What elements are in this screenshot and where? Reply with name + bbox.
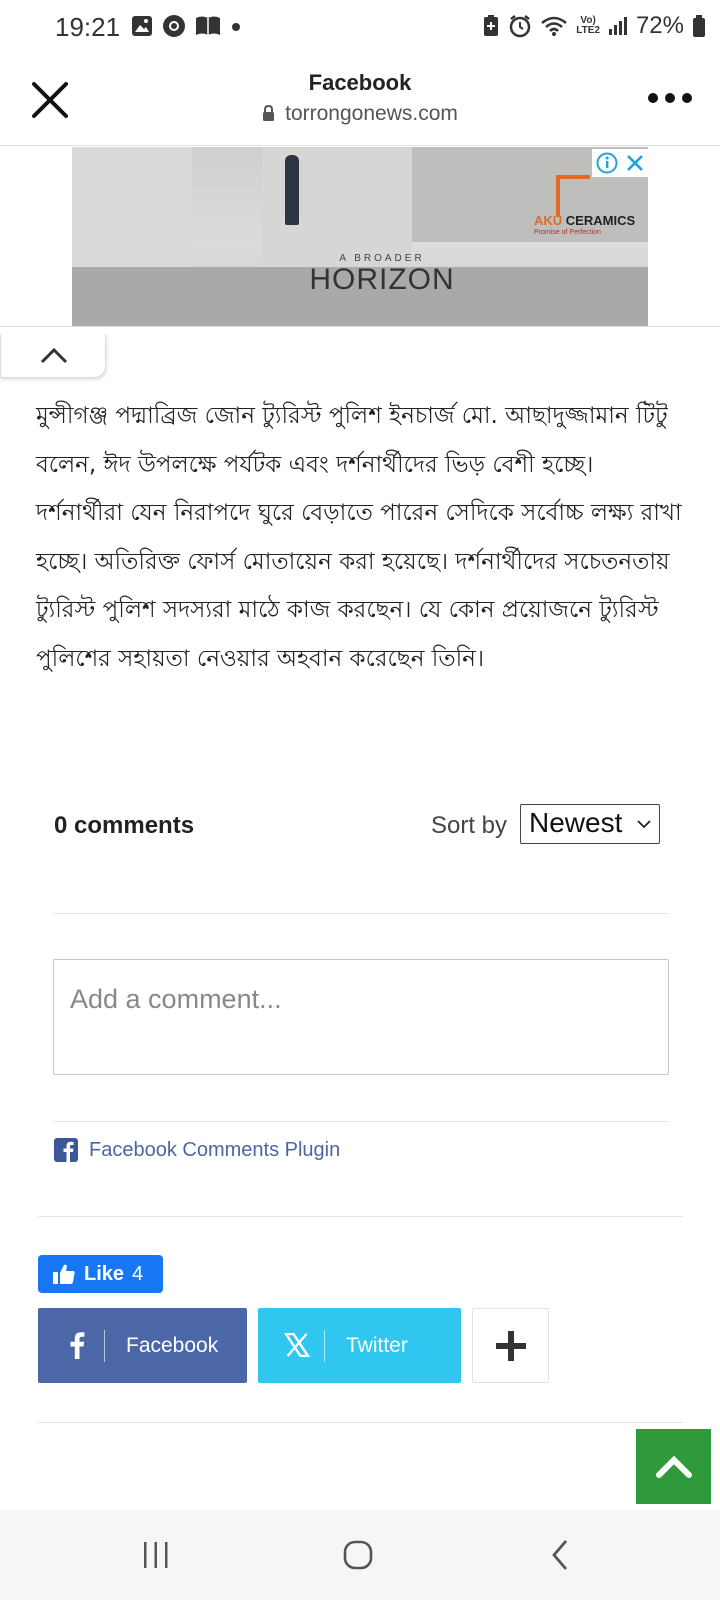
x-logo-icon bbox=[280, 1328, 314, 1362]
ad-brand: AKU CERAMICS bbox=[534, 213, 636, 228]
divider bbox=[38, 1422, 683, 1423]
sort-value: Newest bbox=[529, 807, 623, 838]
divider bbox=[38, 1216, 683, 1217]
battery-icon bbox=[693, 15, 705, 37]
back-button[interactable] bbox=[530, 1530, 590, 1580]
ad-tagline-main: HORIZON bbox=[309, 263, 455, 296]
status-time: 19:21 bbox=[55, 12, 121, 42]
system-icons: Vo) LTE2 72% bbox=[482, 12, 706, 40]
plugin-label: Facebook Comments Plugin bbox=[89, 1138, 341, 1161]
share-twitter-label: Twitter bbox=[346, 1334, 408, 1357]
wifi-icon bbox=[541, 16, 568, 36]
ad-choices[interactable] bbox=[592, 149, 648, 177]
home-button[interactable] bbox=[328, 1530, 388, 1580]
ad-divider bbox=[0, 326, 720, 336]
recent-apps-icon bbox=[144, 1542, 168, 1568]
facebook-f-icon bbox=[60, 1328, 94, 1362]
plus-icon bbox=[496, 1331, 526, 1361]
like-label: Like bbox=[84, 1262, 125, 1285]
like-button[interactable]: Like 4 bbox=[38, 1255, 163, 1293]
facebook-comments-plugin-link[interactable]: Facebook Comments Plugin bbox=[54, 1138, 340, 1162]
gallery-icon bbox=[132, 16, 152, 36]
browser-url: torrongonews.com bbox=[0, 102, 720, 126]
browser-title: Facebook bbox=[308, 70, 412, 95]
back-icon bbox=[552, 1540, 568, 1570]
ad-logo-mark bbox=[556, 175, 590, 217]
ad-image-person bbox=[285, 155, 299, 225]
separator bbox=[104, 1330, 105, 1362]
comment-input[interactable]: Add a comment... bbox=[53, 959, 669, 1075]
article-paragraph: মুন্সীগঞ্জ পদ্মাব্রিজ জোন ট্যুরিস্ট পুলি… bbox=[36, 403, 682, 672]
share-twitter-button[interactable]: Twitter bbox=[258, 1308, 461, 1383]
ad-brand-tagline: Promise of Perfection bbox=[534, 229, 601, 236]
network-label: Vo) LTE2 bbox=[576, 15, 600, 36]
share-more-button[interactable] bbox=[472, 1308, 549, 1383]
comment-placeholder: Add a comment... bbox=[70, 984, 282, 1014]
close-ad-icon[interactable] bbox=[625, 153, 645, 173]
separator bbox=[324, 1330, 325, 1362]
battery-percent: 72% bbox=[635, 12, 684, 39]
status-bar: 19:21 Vo) LTE2 72% bbox=[0, 0, 720, 56]
notification-icons bbox=[131, 14, 242, 38]
more-options-icon[interactable] bbox=[648, 88, 692, 108]
info-icon[interactable] bbox=[596, 152, 618, 174]
recent-apps-button[interactable] bbox=[126, 1530, 186, 1580]
facebook-icon bbox=[54, 1138, 78, 1162]
system-navigation-bar bbox=[0, 1510, 720, 1600]
thumbs-up-icon bbox=[53, 1264, 75, 1284]
collapse-ad-button[interactable] bbox=[0, 334, 106, 378]
sort-select[interactable]: Newest bbox=[520, 804, 660, 844]
chevron-up-icon bbox=[655, 1455, 692, 1478]
alarm-icon bbox=[509, 15, 531, 38]
comments-header: 0 comments Sort by Newest bbox=[54, 804, 666, 844]
chevron-up-icon bbox=[40, 347, 68, 364]
lock-icon bbox=[263, 105, 275, 121]
url-text: torrongonews.com bbox=[285, 102, 458, 125]
divider bbox=[54, 913, 668, 914]
battery-saver-icon bbox=[484, 15, 499, 36]
dot-icon bbox=[232, 23, 240, 31]
scroll-to-top-button[interactable] bbox=[636, 1429, 711, 1504]
share-facebook-button[interactable]: Facebook bbox=[38, 1308, 247, 1383]
in-app-browser-header: Facebook torrongonews.com bbox=[0, 56, 720, 146]
chevron-down-icon bbox=[637, 820, 651, 829]
chrome-icon bbox=[163, 15, 185, 37]
like-count: 4 bbox=[132, 1262, 144, 1285]
sort-label: Sort by bbox=[431, 812, 508, 839]
comment-count: 0 comments bbox=[54, 812, 195, 839]
signal-icon bbox=[608, 17, 627, 35]
share-facebook-label: Facebook bbox=[126, 1334, 219, 1357]
book-icon bbox=[196, 16, 220, 35]
ad-banner[interactable]: AKU CERAMICS Promise of Perfection A BRO… bbox=[72, 147, 648, 327]
divider bbox=[54, 1121, 668, 1122]
home-icon bbox=[343, 1540, 373, 1570]
